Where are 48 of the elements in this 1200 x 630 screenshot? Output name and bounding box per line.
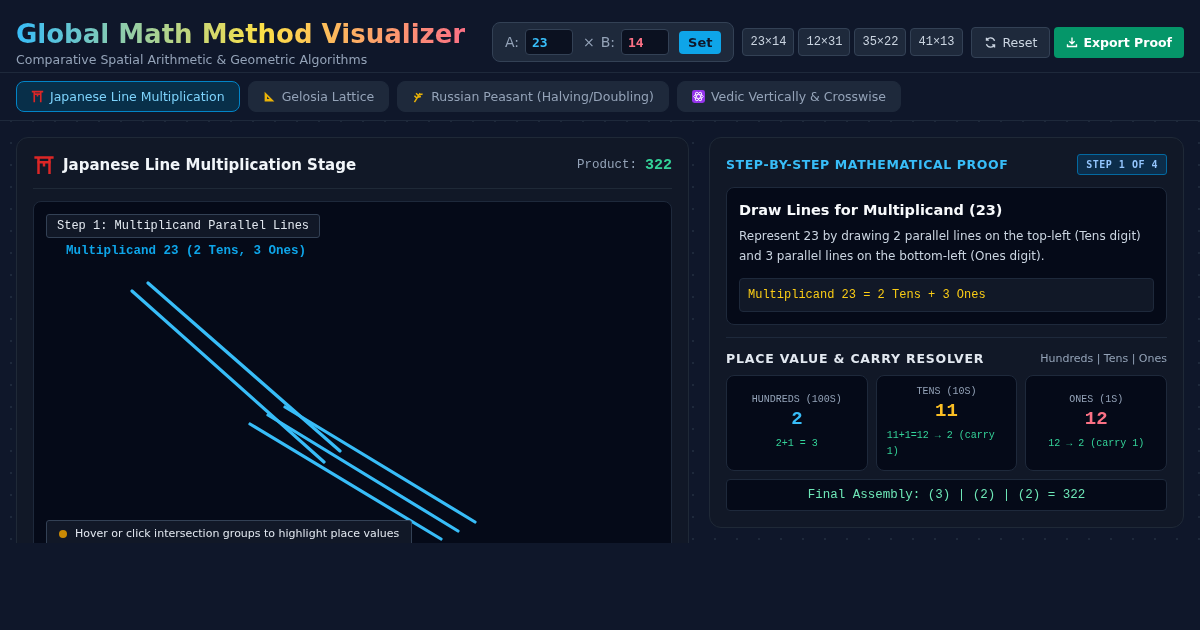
- method-tab[interactable]: Gelosia Lattice: [247, 81, 390, 112]
- method-tab[interactable]: Russian Peasant (Halving/Doubling): [397, 81, 669, 112]
- preset-button[interactable]: 41×13: [910, 28, 963, 56]
- a-label: A:: [504, 34, 519, 50]
- place-note: 2+1 = 3: [775, 437, 818, 451]
- hint-dot-icon: [59, 529, 67, 538]
- hint-text: Hover or click intersection groups to highlight place values: [75, 527, 400, 540]
- step-title: Draw Lines for Multiplicand (23): [739, 202, 1004, 218]
- gate-icon: [33, 154, 55, 176]
- final-assembly: Final Assembly: (3) | (2) | (2) = 322: [726, 479, 1167, 511]
- product-label: Product:: [576, 158, 637, 172]
- place-label: TENS (10S): [916, 386, 977, 397]
- proof-title: STEP-BY-STEP MATHEMATICAL PROOF: [726, 157, 1009, 172]
- step-badge: STEP 1 OF 4: [1077, 154, 1167, 175]
- stage-title: Japanese Line Multiplication Stage: [63, 156, 358, 174]
- formula: Multiplicand 23 = 2 Tens + 3 Ones: [739, 278, 1154, 312]
- place-value: 2: [791, 408, 803, 430]
- resolver-legend: Hundreds | Tens | Ones: [1040, 352, 1167, 365]
- export-button[interactable]: Export Proof: [1054, 26, 1184, 58]
- a-input[interactable]: 23: [524, 29, 573, 55]
- app-subtitle: Comparative Spatial Arithmetic & Geometric Algorithms: [16, 51, 369, 67]
- preset-button[interactable]: 23×14: [742, 28, 795, 56]
- download-icon: [1066, 36, 1079, 48]
- place-value: 11: [935, 400, 958, 422]
- b-input[interactable]: 14: [621, 29, 670, 55]
- step-label: Step 1: Multiplicand Parallel Lines: [46, 214, 321, 238]
- wheat-icon: [412, 90, 426, 103]
- place-value: 12: [1084, 408, 1108, 430]
- step-text: Represent 23 by drawing 2 parallel lines on the top-left (Tens digit) and 3 parallel lines on the bottom-left (Ones digit).: [739, 228, 1142, 265]
- product-value: 322: [645, 156, 672, 174]
- place-label: HUNDREDS (100S): [751, 394, 842, 405]
- reset-button[interactable]: Reset: [970, 26, 1051, 58]
- triangle-ruler-icon: [262, 90, 276, 103]
- times-sign: ×: [582, 34, 595, 50]
- place-label: ONES (1S): [1069, 394, 1124, 405]
- preset-button[interactable]: 12×31: [798, 28, 851, 56]
- resolver-title: PLACE VALUE & CARRY RESOLVER: [726, 351, 985, 366]
- set-button[interactable]: Set: [679, 30, 722, 54]
- atom-icon: [691, 90, 705, 103]
- method-tab[interactable]: Vedic Vertically & Crosswise: [676, 81, 901, 112]
- preset-button[interactable]: 35×22: [854, 28, 907, 56]
- method-tab[interactable]: Japanese Line Multiplication: [16, 81, 240, 112]
- place-note: 11+1=12 → 2 (carry 1): [886, 429, 996, 459]
- canvas-caption: Multiplicand 23 (2 Tens, 3 Ones): [66, 244, 307, 258]
- refresh-icon: [983, 35, 997, 49]
- place-note: 12 → 2 (carry 1): [1048, 437, 1145, 451]
- b-label: B:: [600, 34, 616, 50]
- gate-icon: [31, 90, 44, 103]
